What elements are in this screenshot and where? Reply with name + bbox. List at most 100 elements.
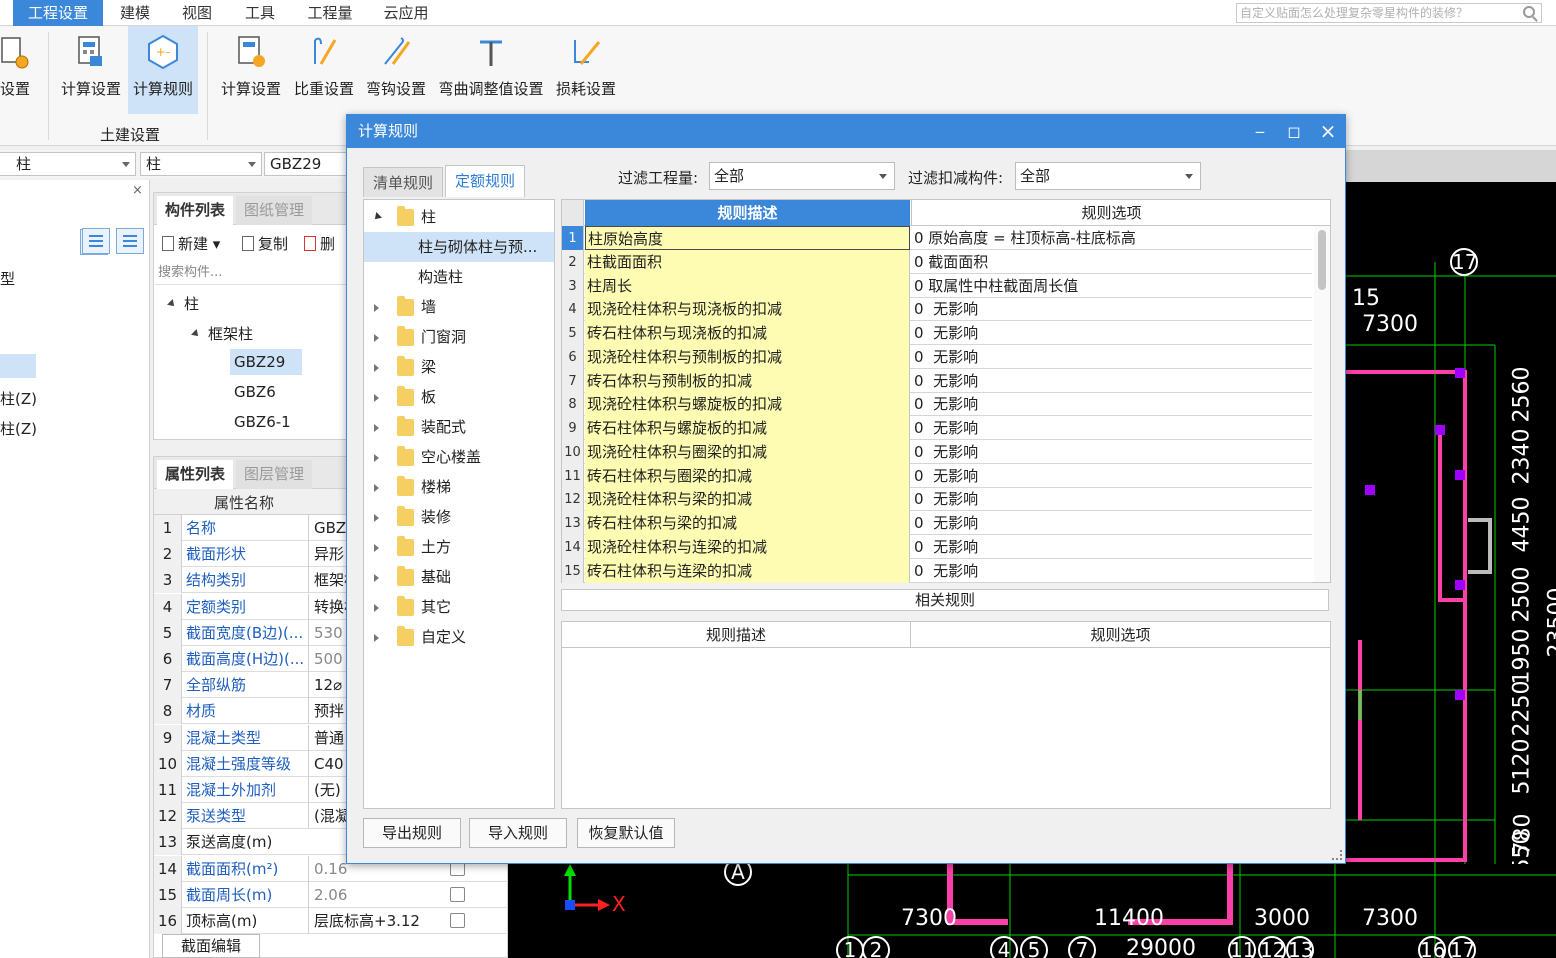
rule-row[interactable]: 11 砖石柱体积与圈梁的扣减 0 无影响 <box>562 463 1312 488</box>
rule-option-cell[interactable]: 0 取属性中柱截面周长值 <box>914 274 1312 298</box>
close-icon[interactable]: × <box>132 183 143 198</box>
tree-leaf-gbz6[interactable]: GBZ6 <box>234 383 276 401</box>
search-icon[interactable] <box>1523 6 1535 18</box>
property-value[interactable]: 转换柱 <box>308 593 348 620</box>
property-value[interactable]: 预拌 <box>308 698 348 725</box>
rule-description-cell[interactable]: 现浇砼柱体积与圈梁的扣减 <box>585 439 910 464</box>
rule-row[interactable]: 8 现浇砼柱体积与螺旋板的扣减 0 无影响 <box>562 392 1312 417</box>
rule-option-cell[interactable]: 0 无影响 <box>914 464 1312 488</box>
import-rules-button[interactable]: 导入规则 <box>469 818 567 848</box>
property-value[interactable]: 框架柱 <box>308 567 348 594</box>
menu-view[interactable]: 视图 <box>172 0 222 26</box>
tree-leaf-gbz6-1[interactable]: GBZ6-1 <box>234 413 291 431</box>
component-search-input[interactable]: 搜索构件... <box>155 261 349 285</box>
weight-settings-button[interactable]: 比重设置 <box>290 26 358 114</box>
maximize-icon[interactable]: ◻ <box>1277 115 1311 148</box>
caret-right-icon[interactable] <box>374 574 379 582</box>
floor-select[interactable]: 柱 <box>0 152 136 176</box>
section-edit-button[interactable]: 截面编辑 <box>162 934 260 958</box>
property-value[interactable]: C40 <box>308 750 348 777</box>
hook-settings-button[interactable]: 弯钩设置 <box>362 26 430 114</box>
rule-row[interactable]: 2 柱截面面积 0 截面面积 <box>562 249 1312 274</box>
filter-deduct-select[interactable]: 全部 <box>1015 162 1201 190</box>
calc-settings-button[interactable]: 计算设置 <box>56 26 126 114</box>
rule-tree-node[interactable]: 自定义 <box>364 622 554 652</box>
caret-right-icon[interactable] <box>374 394 379 402</box>
rule-tree-node[interactable]: 构造柱 <box>364 262 554 292</box>
property-value[interactable]: GBZ2 <box>308 515 348 541</box>
related-rules-bar[interactable]: 相关规则 <box>561 589 1329 611</box>
rule-tree-node[interactable]: 梁 <box>364 352 554 382</box>
rule-description-cell[interactable]: 现浇砼柱体积与螺旋板的扣减 <box>585 392 910 417</box>
caret-right-icon[interactable] <box>374 424 379 432</box>
property-checkbox[interactable] <box>450 913 465 928</box>
menu-quantity[interactable]: 工程量 <box>300 0 360 26</box>
resize-grip-icon[interactable] <box>1332 850 1342 860</box>
menu-project-settings[interactable]: 工程设置 <box>13 0 103 26</box>
component-select[interactable]: GBZ29 <box>264 152 354 176</box>
property-value[interactable]: 普通 <box>308 724 348 751</box>
rule-row[interactable]: 7 砖石体积与预制板的扣减 0 无影响 <box>562 368 1312 393</box>
rule-row[interactable]: 10 现浇砼柱体积与圈梁的扣减 0 无影响 <box>562 439 1312 464</box>
list-view-icon[interactable] <box>82 228 110 254</box>
rule-option-cell[interactable]: 0 原始高度 = 柱顶标高-柱底标高 <box>914 226 1312 250</box>
rule-row[interactable]: 12 现浇砼柱体积与梁的扣减 0 无影响 <box>562 487 1312 512</box>
rule-description-cell[interactable]: 砖石柱体积与圈梁的扣减 <box>585 463 910 488</box>
close-icon[interactable]: × <box>1311 115 1345 148</box>
rule-description-cell[interactable]: 柱原始高度 <box>585 226 910 250</box>
rule-row[interactable]: 15 砖石柱体积与连梁的扣减 0 无影响 <box>562 558 1312 583</box>
property-row[interactable]: 16 顶标高(m) 层底标高+3.12 <box>154 908 509 934</box>
menu-tools[interactable]: 工具 <box>235 0 285 26</box>
rule-row[interactable]: 9 砖石柱体积与螺旋板的扣减 0 无影响 <box>562 416 1312 440</box>
delete-component-button[interactable]: 删 <box>304 233 335 254</box>
tree-expand-icon[interactable] <box>167 299 177 309</box>
rule-tree-node[interactable]: 空心楼盖 <box>364 442 554 472</box>
export-rules-button[interactable]: 导出规则 <box>363 818 461 848</box>
rule-description-cell[interactable]: 砖石柱体积与螺旋板的扣减 <box>585 416 910 440</box>
menu-modeling[interactable]: 建模 <box>110 0 160 26</box>
tab-layer-management[interactable]: 图层管理 <box>236 460 313 489</box>
new-component-button[interactable]: 新建 ▾ <box>162 233 220 254</box>
caret-right-icon[interactable] <box>374 484 379 492</box>
detail-view-icon[interactable] <box>116 228 144 254</box>
vertical-scrollbar[interactable] <box>1314 226 1330 582</box>
rule-option-cell[interactable]: 0 无影响 <box>914 321 1312 345</box>
rule-description-cell[interactable]: 现浇砼柱体积与梁的扣减 <box>585 487 910 512</box>
menu-cloud[interactable]: 云应用 <box>376 0 436 26</box>
rule-row[interactable]: 4 现浇砼柱体积与现浇板的扣减 0 无影响 <box>562 297 1312 322</box>
tab-component-list[interactable]: 构件列表 <box>157 196 234 225</box>
rule-option-cell[interactable]: 0 无影响 <box>914 392 1312 416</box>
rule-option-cell[interactable]: 0 截面面积 <box>914 250 1312 274</box>
help-search-input[interactable]: 自定义贴面怎么处理复杂零星构件的装修？ <box>1236 3 1542 23</box>
property-value[interactable]: (混凝 <box>308 803 348 830</box>
rule-tree-node[interactable]: 土方 <box>364 532 554 562</box>
tab-drawing-management[interactable]: 图纸管理 <box>236 196 313 225</box>
rule-tree-node[interactable]: 板 <box>364 382 554 412</box>
rule-row[interactable]: 13 砖石柱体积与梁的扣减 0 无影响 <box>562 511 1312 535</box>
rule-option-cell[interactable]: 0 无影响 <box>914 416 1312 440</box>
caret-right-icon[interactable] <box>374 514 379 522</box>
rule-option-cell[interactable]: 0 无影响 <box>914 345 1312 369</box>
rule-row[interactable]: 6 现浇砼柱体积与预制板的扣减 0 无影响 <box>562 344 1312 369</box>
property-value[interactable]: 530 <box>308 619 348 646</box>
caret-right-icon[interactable] <box>374 544 379 552</box>
rule-description-cell[interactable]: 现浇砼柱体积与预制板的扣减 <box>585 344 910 369</box>
property-value[interactable]: 2.06 <box>308 881 348 908</box>
rule-tree-node[interactable]: 墙 <box>364 292 554 322</box>
rule-description-header[interactable]: 规则描述 <box>585 200 910 226</box>
rule-description-cell[interactable]: 柱截面面积 <box>585 249 910 274</box>
rebar-calc-settings-button[interactable]: 计算设置 <box>216 26 286 114</box>
caret-right-icon[interactable] <box>374 304 379 312</box>
rule-row[interactable]: 5 砖石柱体积与现浇板的扣减 0 无影响 <box>562 321 1312 345</box>
tree-node-column[interactable]: 柱 <box>167 293 199 314</box>
tab-quota-rules[interactable]: 定额规则 <box>445 165 526 197</box>
filter-project-select[interactable]: 全部 <box>709 162 895 190</box>
rule-tree-node[interactable]: 其它 <box>364 592 554 622</box>
tab-property-list[interactable]: 属性列表 <box>157 460 234 489</box>
rule-option-cell[interactable]: 0 无影响 <box>914 440 1312 464</box>
caret-right-icon[interactable] <box>374 364 379 372</box>
property-value[interactable]: 500 <box>308 646 348 672</box>
left-nav-item[interactable]: 柱(Z) <box>0 418 37 439</box>
caret-right-icon[interactable] <box>374 604 379 612</box>
rule-description-cell[interactable]: 砖石柱体积与连梁的扣减 <box>585 558 910 583</box>
